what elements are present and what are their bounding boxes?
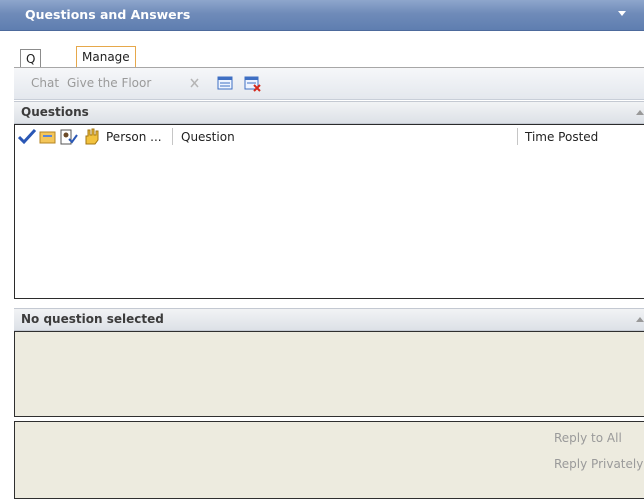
column-separator[interactable] (172, 128, 173, 145)
questions-section-header[interactable]: Questions (14, 101, 644, 124)
column-time-posted[interactable]: Time Posted (525, 130, 598, 144)
column-person[interactable]: Person ... (106, 130, 162, 144)
folder-icon[interactable] (39, 130, 56, 147)
answer-input-area[interactable]: Reply to All Reply Privately (14, 421, 644, 499)
column-question[interactable]: Question (181, 130, 235, 144)
person-check-icon[interactable] (60, 129, 78, 148)
tab-qa[interactable]: Q & A (20, 49, 42, 102)
give-floor-button[interactable]: Give the Floor (67, 76, 151, 90)
window-title-bar: Questions and Answers (0, 0, 644, 31)
questions-list-header: Person ... Question Time Posted (15, 125, 644, 149)
collapse-up-icon[interactable] (636, 110, 644, 115)
detail-title: No question selected (21, 312, 164, 326)
list-view-icon[interactable] (217, 76, 233, 90)
manage-toolbar: Chat Give the Floor (14, 68, 644, 100)
questions-list[interactable]: Person ... Question Time Posted (14, 124, 644, 299)
checkmark-icon[interactable] (17, 128, 37, 148)
tab-manage[interactable]: Manage (76, 46, 136, 68)
collapse-up-icon[interactable] (636, 317, 644, 322)
questions-title: Questions (21, 105, 89, 119)
window-title: Questions and Answers (25, 7, 191, 22)
clear-list-icon[interactable] (244, 76, 261, 92)
question-detail-panel (14, 331, 644, 417)
hand-raise-icon[interactable] (83, 128, 101, 148)
reply-to-all-button[interactable]: Reply to All (554, 431, 622, 445)
chat-button[interactable]: Chat (31, 76, 59, 90)
chevron-down-icon[interactable] (618, 11, 626, 16)
detail-section-header[interactable]: No question selected (14, 308, 644, 331)
column-separator[interactable] (517, 128, 518, 145)
delete-x-icon[interactable] (187, 76, 203, 90)
reply-privately-button[interactable]: Reply Privately (554, 457, 643, 471)
